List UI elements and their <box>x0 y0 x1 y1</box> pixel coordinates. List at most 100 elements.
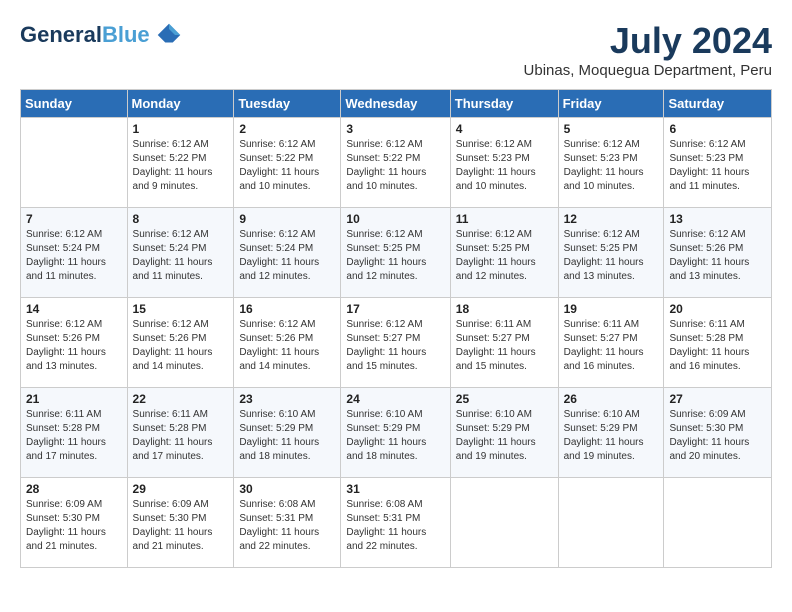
calendar-cell: 30 Sunrise: 6:08 AMSunset: 5:31 PMDayligh… <box>234 478 341 568</box>
day-number: 5 <box>564 122 659 136</box>
calendar-cell: 10 Sunrise: 6:12 AMSunset: 5:25 PMDayligh… <box>341 208 450 298</box>
title-block: July 2024 Ubinas, Moquegua Department, P… <box>524 20 772 79</box>
day-number: 20 <box>669 302 766 316</box>
day-info: Sunrise: 6:11 AMSunset: 5:28 PMDaylight:… <box>26 408 122 464</box>
day-number: 24 <box>346 392 444 406</box>
day-info: Sunrise: 6:09 AMSunset: 5:30 PMDaylight:… <box>133 498 229 554</box>
day-number: 9 <box>239 212 335 226</box>
calendar-cell: 6Sunrise: 6:12 AMSunset: 5:23 PMDaylight… <box>664 118 772 208</box>
day-info: Sunrise: 6:12 AMSunset: 5:22 PMDaylight:… <box>133 138 229 194</box>
calendar-cell: 22 Sunrise: 6:11 AMSunset: 5:28 PMDayligh… <box>127 388 234 478</box>
day-info: Sunrise: 6:12 AMSunset: 5:26 PMDaylight:… <box>133 318 229 374</box>
calendar-cell: 1 Sunrise: 6:12 AMSunset: 5:22 PMDaylight… <box>127 118 234 208</box>
day-info: Sunrise: 6:12 AMSunset: 5:23 PMDaylight:… <box>564 138 659 194</box>
calendar-cell <box>664 478 772 568</box>
calendar-cell: 3Sunrise: 6:12 AMSunset: 5:22 PMDaylight… <box>341 118 450 208</box>
logo: GeneralBlue <box>20 20 184 50</box>
calendar-day-header: Wednesday <box>341 90 450 118</box>
day-number: 30 <box>239 482 335 496</box>
calendar-cell <box>21 118 128 208</box>
day-number: 31 <box>346 482 444 496</box>
day-number: 1 <box>133 122 229 136</box>
day-info: Sunrise: 6:08 AMSunset: 5:31 PMDaylight:… <box>239 498 335 554</box>
calendar-cell: 19 Sunrise: 6:11 AMSunset: 5:27 PMDayligh… <box>558 298 664 388</box>
logo-icon <box>154 20 184 50</box>
calendar-day-header: Saturday <box>664 90 772 118</box>
day-number: 16 <box>239 302 335 316</box>
calendar-cell: 5 Sunrise: 6:12 AMSunset: 5:23 PMDaylight… <box>558 118 664 208</box>
day-info: Sunrise: 6:08 AMSunset: 5:31 PMDaylight:… <box>346 498 444 554</box>
calendar-cell: 25 Sunrise: 6:10 AMSunset: 5:29 PMDayligh… <box>450 388 558 478</box>
day-number: 25 <box>456 392 553 406</box>
day-number: 22 <box>133 392 229 406</box>
day-info: Sunrise: 6:09 AMSunset: 5:30 PMDaylight:… <box>26 498 122 554</box>
day-number: 21 <box>26 392 122 406</box>
day-info: Sunrise: 6:11 AMSunset: 5:28 PMDaylight:… <box>133 408 229 464</box>
day-number: 6 <box>669 122 766 136</box>
day-number: 27 <box>669 392 766 406</box>
logo-text: GeneralBlue <box>20 23 150 47</box>
day-number: 13 <box>669 212 766 226</box>
day-info: Sunrise: 6:10 AMSunset: 5:29 PMDaylight:… <box>239 408 335 464</box>
day-number: 3 <box>346 122 444 136</box>
day-number: 8 <box>133 212 229 226</box>
calendar-cell: 9Sunrise: 6:12 AMSunset: 5:24 PMDaylight… <box>234 208 341 298</box>
day-number: 12 <box>564 212 659 226</box>
calendar-day-header: Friday <box>558 90 664 118</box>
calendar-cell: 16 Sunrise: 6:12 AMSunset: 5:26 PMDayligh… <box>234 298 341 388</box>
day-number: 15 <box>133 302 229 316</box>
day-info: Sunrise: 6:11 AMSunset: 5:27 PMDaylight:… <box>564 318 659 374</box>
day-info: Sunrise: 6:12 AMSunset: 5:25 PMDaylight:… <box>564 228 659 284</box>
day-number: 11 <box>456 212 553 226</box>
calendar-day-header: Sunday <box>21 90 128 118</box>
calendar-cell: 8Sunrise: 6:12 AMSunset: 5:24 PMDaylight… <box>127 208 234 298</box>
day-info: Sunrise: 6:11 AMSunset: 5:27 PMDaylight:… <box>456 318 553 374</box>
day-info: Sunrise: 6:12 AMSunset: 5:25 PMDaylight:… <box>346 228 444 284</box>
calendar-cell: 26 Sunrise: 6:10 AMSunset: 5:29 PMDayligh… <box>558 388 664 478</box>
calendar-day-header: Monday <box>127 90 234 118</box>
day-number: 18 <box>456 302 553 316</box>
page-header: GeneralBlue July 2024 Ubinas, Moquegua D… <box>20 20 772 79</box>
day-info: Sunrise: 6:12 AMSunset: 5:27 PMDaylight:… <box>346 318 444 374</box>
calendar-cell: 24 Sunrise: 6:10 AMSunset: 5:29 PMDayligh… <box>341 388 450 478</box>
calendar-cell: 17 Sunrise: 6:12 AMSunset: 5:27 PMDayligh… <box>341 298 450 388</box>
calendar-cell: 2Sunrise: 6:12 AMSunset: 5:22 PMDaylight… <box>234 118 341 208</box>
day-info: Sunrise: 6:09 AMSunset: 5:30 PMDaylight:… <box>669 408 766 464</box>
calendar-week-row: 7 Sunrise: 6:12 AMSunset: 5:24 PMDaylight… <box>21 208 772 298</box>
day-info: Sunrise: 6:10 AMSunset: 5:29 PMDaylight:… <box>346 408 444 464</box>
calendar-day-header: Thursday <box>450 90 558 118</box>
day-number: 10 <box>346 212 444 226</box>
day-info: Sunrise: 6:12 AMSunset: 5:26 PMDaylight:… <box>239 318 335 374</box>
calendar-table: SundayMondayTuesdayWednesdayThursdayFrid… <box>20 89 772 568</box>
day-number: 17 <box>346 302 444 316</box>
calendar-cell: 28 Sunrise: 6:09 AMSunset: 5:30 PMDayligh… <box>21 478 128 568</box>
day-info: Sunrise: 6:11 AMSunset: 5:28 PMDaylight:… <box>669 318 766 374</box>
day-number: 28 <box>26 482 122 496</box>
day-info: Sunrise: 6:12 AMSunset: 5:25 PMDaylight:… <box>456 228 553 284</box>
calendar-cell: 27 Sunrise: 6:09 AMSunset: 5:30 PMDayligh… <box>664 388 772 478</box>
day-info: Sunrise: 6:12 AMSunset: 5:22 PMDaylight:… <box>239 138 335 194</box>
calendar-cell: 11 Sunrise: 6:12 AMSunset: 5:25 PMDayligh… <box>450 208 558 298</box>
calendar-cell: 12 Sunrise: 6:12 AMSunset: 5:25 PMDayligh… <box>558 208 664 298</box>
day-number: 7 <box>26 212 122 226</box>
calendar-week-row: 21 Sunrise: 6:11 AMSunset: 5:28 PMDayligh… <box>21 388 772 478</box>
calendar-week-row: 14 Sunrise: 6:12 AMSunset: 5:26 PMDayligh… <box>21 298 772 388</box>
day-info: Sunrise: 6:10 AMSunset: 5:29 PMDaylight:… <box>564 408 659 464</box>
calendar-cell: 18 Sunrise: 6:11 AMSunset: 5:27 PMDayligh… <box>450 298 558 388</box>
day-number: 14 <box>26 302 122 316</box>
calendar-header-row: SundayMondayTuesdayWednesdayThursdayFrid… <box>21 90 772 118</box>
day-number: 19 <box>564 302 659 316</box>
day-number: 26 <box>564 392 659 406</box>
day-number: 23 <box>239 392 335 406</box>
day-number: 29 <box>133 482 229 496</box>
day-info: Sunrise: 6:12 AMSunset: 5:26 PMDaylight:… <box>26 318 122 374</box>
calendar-cell: 31 Sunrise: 6:08 AMSunset: 5:31 PMDayligh… <box>341 478 450 568</box>
day-info: Sunrise: 6:12 AMSunset: 5:23 PMDaylight:… <box>456 138 553 194</box>
day-info: Sunrise: 6:12 AMSunset: 5:24 PMDaylight:… <box>26 228 122 284</box>
calendar-day-header: Tuesday <box>234 90 341 118</box>
calendar-cell: 7 Sunrise: 6:12 AMSunset: 5:24 PMDaylight… <box>21 208 128 298</box>
calendar-cell <box>558 478 664 568</box>
day-info: Sunrise: 6:10 AMSunset: 5:29 PMDaylight:… <box>456 408 553 464</box>
calendar-cell: 13Sunrise: 6:12 AMSunset: 5:26 PMDayligh… <box>664 208 772 298</box>
calendar-cell: 4Sunrise: 6:12 AMSunset: 5:23 PMDaylight… <box>450 118 558 208</box>
